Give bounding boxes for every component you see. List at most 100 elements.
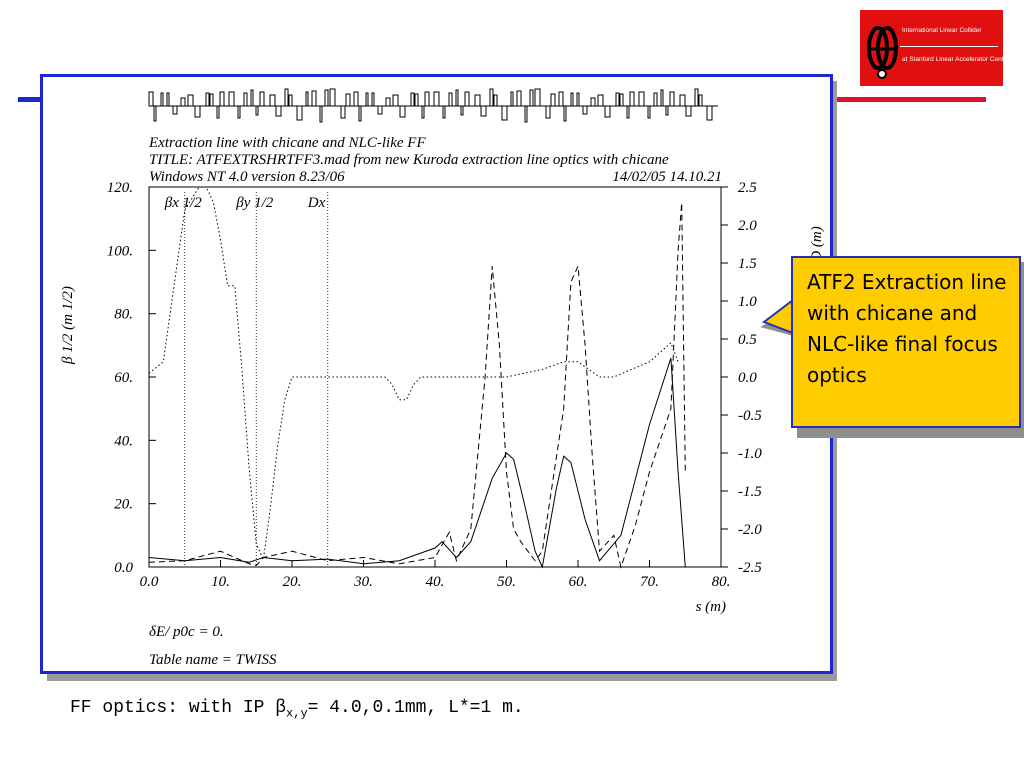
x-tick-label: 80. xyxy=(712,574,731,590)
logo-line1: International Linear Collider xyxy=(902,27,982,34)
lattice-elements xyxy=(148,88,718,123)
y2-tick-label: 1.5 xyxy=(738,256,757,272)
lattice-element xyxy=(516,90,522,107)
x-tick-label: 70. xyxy=(640,574,659,590)
x-axis-label: s (m) xyxy=(696,599,726,615)
lattice-element xyxy=(288,94,293,107)
lattice-element xyxy=(410,92,415,107)
series-line xyxy=(148,186,679,562)
lattice-element xyxy=(534,88,541,107)
lattice-element xyxy=(685,105,692,117)
lattice-element xyxy=(269,94,276,107)
decorative-line-right xyxy=(830,97,986,102)
lattice-element xyxy=(172,105,178,115)
lattice-element xyxy=(448,92,453,107)
y-tick-label: 100. xyxy=(107,243,133,259)
lattice-element xyxy=(493,94,498,107)
lattice-element xyxy=(194,105,201,118)
lattice-element xyxy=(679,94,686,107)
lattice-element xyxy=(455,89,459,107)
logo-rule xyxy=(900,46,998,47)
optics-plot: Extraction line with chicane and NLC-lik… xyxy=(60,88,825,668)
y-tick-label: 60. xyxy=(114,370,133,386)
lattice-element xyxy=(510,91,514,107)
annotation-label: Dx xyxy=(307,195,326,211)
lattice-element xyxy=(153,105,157,122)
lattice-element xyxy=(209,93,214,107)
lattice-element xyxy=(414,93,419,107)
lattice-element xyxy=(619,93,624,107)
y2-tick-label: -0.5 xyxy=(738,408,762,424)
x-tick-label: 40. xyxy=(426,574,445,590)
lattice-element xyxy=(638,91,645,107)
lattice-element xyxy=(305,91,309,107)
y2-tick-label: -1.5 xyxy=(738,484,762,500)
y-tick-label: 80. xyxy=(114,307,133,323)
lattice-element xyxy=(706,105,713,121)
lattice-element xyxy=(474,94,481,107)
ilc-slac-logo: International Linear Collider at Stanfor… xyxy=(860,10,1009,86)
lattice-element xyxy=(590,97,596,107)
lattice-element xyxy=(284,88,289,107)
callout-text: ATF2 Extraction line with chicane and NL… xyxy=(807,270,1007,387)
lattice-element xyxy=(371,92,375,107)
ilc-emblem-icon xyxy=(867,26,898,79)
lattice-element xyxy=(399,105,406,118)
lattice-element xyxy=(660,89,664,107)
lattice-element xyxy=(166,92,170,107)
caption-subscript: x,y xyxy=(286,706,308,721)
lattice-element xyxy=(296,105,303,121)
plot-footer-2: Table name = TWISS xyxy=(149,652,277,668)
lattice-element xyxy=(698,94,703,107)
series-line xyxy=(148,357,686,569)
y-tick-label: 20. xyxy=(114,497,133,513)
lattice-element xyxy=(629,91,635,107)
lattice-element xyxy=(237,105,241,119)
lattice-element xyxy=(160,92,164,107)
lattice-element xyxy=(392,94,399,107)
lattice-element xyxy=(243,92,248,107)
lattice-element xyxy=(615,92,620,107)
lattice-element xyxy=(275,105,282,117)
y2-tick-label: -2.0 xyxy=(738,522,762,538)
lattice-element xyxy=(442,105,446,119)
lattice-element xyxy=(358,105,362,122)
lattice-element xyxy=(570,92,574,107)
lattice-element xyxy=(460,105,464,116)
lattice-element xyxy=(424,91,430,107)
lattice-element xyxy=(694,88,699,107)
slide-caption: FF optics: with IP βx,y= 4.0,0.1mm, L*=1… xyxy=(70,698,524,721)
lattice-element xyxy=(259,91,265,107)
lattice-element xyxy=(329,88,336,107)
y2-tick-label: 0.5 xyxy=(738,332,757,348)
plot-series xyxy=(148,186,686,569)
caption-suffix: = 4.0,0.1mm, L*=1 m. xyxy=(307,698,524,718)
lattice-element xyxy=(653,92,658,107)
lattice-element xyxy=(311,90,317,107)
x-tick-label: 0.0 xyxy=(140,574,159,590)
lattice-element xyxy=(216,105,220,119)
lattice-element xyxy=(205,92,210,107)
lattice-element xyxy=(529,89,534,107)
lattice-element xyxy=(345,93,351,107)
lattice-element xyxy=(524,105,528,123)
lattice-element xyxy=(576,92,580,107)
plot-header-2: TITLE: ATFEXTRSHRTFF3.mad from new Kurod… xyxy=(149,152,669,168)
y2-tick-label: 1.0 xyxy=(738,294,757,310)
y-tick-label: 0.0 xyxy=(114,560,133,576)
lattice-element xyxy=(550,93,556,107)
lattice-element xyxy=(563,105,567,122)
logo-line2: at Stanford Linear Accelerator Center xyxy=(902,56,1010,63)
y-axis-label: β 1/2 (m 1/2) xyxy=(60,286,76,365)
plot-date: 14/02/05 14.10.21 xyxy=(612,169,722,185)
annotation-label: βx 1/2 xyxy=(164,195,203,211)
lattice-element xyxy=(187,94,194,107)
annotation-label: βy 1/2 xyxy=(235,195,274,211)
plot-header-3: Windows NT 4.0 version 8.23/06 xyxy=(149,169,345,185)
lattice-element xyxy=(558,91,564,107)
lattice-element xyxy=(501,105,508,121)
y2-tick-label: 2.0 xyxy=(738,218,757,234)
lattice-element xyxy=(604,105,611,118)
y2-tick-label: -1.0 xyxy=(738,446,762,462)
y2-tick-label: -2.5 xyxy=(738,560,762,576)
